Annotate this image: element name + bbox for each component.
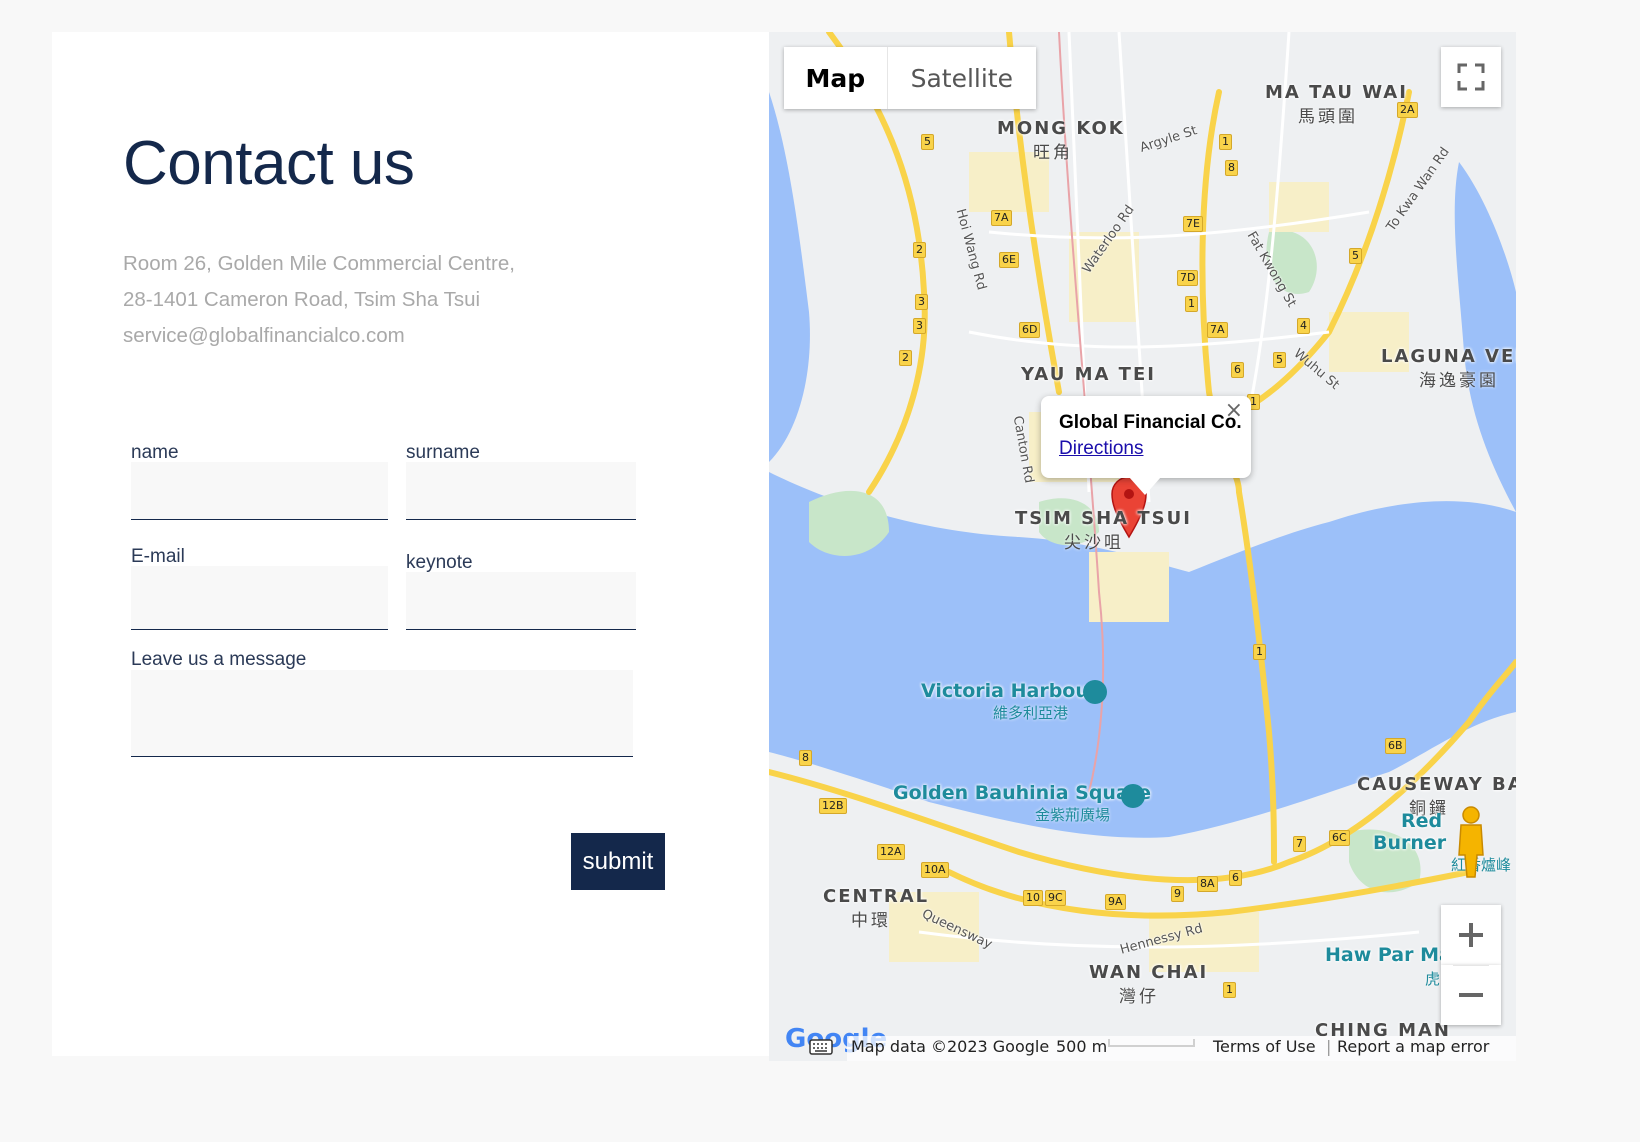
label-ma-tau-wai: MA TAU WAI (1265, 82, 1408, 103)
keynote-label: keynote (406, 552, 473, 573)
keyboard-icon[interactable] (809, 1038, 833, 1056)
label-central: CENTRAL (823, 886, 930, 907)
email-input[interactable] (131, 566, 388, 630)
info-window-title: Global Financial Co. (1059, 412, 1242, 433)
label-ma-tau-wai-cjk: 馬頭圍 (1298, 107, 1358, 127)
route-shield: 4 (1297, 318, 1310, 334)
poi-golden-bauhinia-cjk: 金紫荊廣場 (1035, 806, 1111, 824)
route-shield: 8 (799, 750, 812, 766)
message-label: Leave us a message (131, 649, 307, 670)
map-type-satellite-button[interactable]: Satellite (888, 47, 1036, 109)
map-type-control: Map Satellite (784, 47, 1036, 109)
route-shield: 6D (1019, 322, 1041, 338)
camera-icon[interactable] (1083, 680, 1107, 704)
route-shield: 7A (991, 210, 1012, 226)
label-wan-chai-cjk: 灣仔 (1119, 987, 1159, 1007)
label-laguna-verde-cjk: 海逸豪園 (1419, 371, 1499, 391)
name-label: name (131, 442, 179, 463)
footer-divider: | (1326, 1037, 1332, 1056)
route-shield: 7D (1177, 270, 1199, 286)
poi-haw-par-cjk: 虎 (1425, 970, 1441, 988)
route-shield: 8 (1225, 160, 1238, 176)
route-shield: 12B (819, 798, 847, 814)
email-label: E-mail (131, 546, 185, 567)
route-shield: 6 (1231, 362, 1244, 378)
route-shield: 9A (1105, 894, 1126, 910)
map-scale-label: 500 m (1056, 1037, 1108, 1056)
name-input[interactable] (131, 462, 388, 520)
route-shield: 5 (1349, 248, 1362, 264)
map-attribution: Map data ©2023 Google (851, 1037, 1050, 1056)
street-view-pegman[interactable] (1441, 797, 1501, 887)
route-shield: 2 (913, 242, 926, 258)
zoom-divider (1453, 965, 1489, 966)
route-shield: 6E (999, 252, 1019, 268)
route-shield: 7E (1183, 216, 1203, 232)
map-type-map-button[interactable]: Map (784, 47, 888, 109)
page-title: Contact us (123, 129, 415, 198)
route-shield: 3 (913, 318, 926, 334)
poi-red-burner-2[interactable]: Burner (1373, 832, 1446, 854)
zoom-in-button[interactable] (1441, 905, 1501, 965)
label-causeway-bay: CAUSEWAY BA (1357, 774, 1516, 795)
label-mong-kok: MONG KOK (997, 118, 1125, 139)
route-shield: 5 (1273, 352, 1286, 368)
address-line-2: 28-1401 Cameron Road, Tsim Sha Tsui (123, 288, 481, 311)
message-textarea[interactable] (131, 670, 633, 757)
info-window: Global Financial Co. Directions × (1041, 396, 1251, 478)
route-shield: 7A (1207, 322, 1228, 338)
info-window-tail (1129, 477, 1161, 495)
close-icon[interactable]: × (1225, 398, 1243, 423)
label-tsim-sha-tsui: TSIM SHA TSUI (1015, 508, 1192, 529)
map-container[interactable]: MONG KOK 旺角 MA TAU WAI 馬頭圍 YAU MA TEI TS… (769, 32, 1516, 1061)
label-tsim-sha-tsui-cjk: 尖沙咀 (1064, 533, 1124, 553)
route-shield: 6 (1229, 870, 1242, 886)
label-central-cjk: 中環 (851, 911, 891, 931)
minus-icon (1459, 993, 1483, 997)
route-shield: 2A (1397, 102, 1418, 118)
poi-victoria-harbour-cjk: 維多利亞港 (993, 704, 1069, 722)
plus-icon (1459, 923, 1483, 947)
report-error-link[interactable]: Report a map error (1337, 1037, 1489, 1056)
label-mong-kok-cjk: 旺角 (1033, 143, 1073, 163)
contact-email: service@globalfinancialco.com (123, 324, 405, 347)
directions-link[interactable]: Directions (1059, 438, 1143, 460)
route-shield: 3 (915, 294, 928, 310)
label-laguna-verde: LAGUNA VER (1381, 346, 1516, 367)
submit-button[interactable]: submit (571, 833, 665, 890)
route-shield: 10 (1023, 890, 1043, 906)
route-shield: 1 (1185, 296, 1198, 312)
route-shield: 1 (1253, 644, 1266, 660)
contact-card: Contact us Room 26, Golden Mile Commerci… (52, 32, 769, 1056)
fullscreen-button[interactable] (1441, 47, 1501, 107)
fullscreen-icon (1457, 63, 1485, 91)
route-shield: 7 (1293, 836, 1306, 852)
label-wan-chai: WAN CHAI (1089, 962, 1209, 983)
route-shield: 6B (1385, 738, 1406, 754)
route-shield: 1 (1219, 134, 1232, 150)
poi-golden-bauhinia[interactable]: Golden Bauhinia Square (893, 782, 1151, 804)
route-shield: 2 (899, 350, 912, 366)
poi-victoria-harbour[interactable]: Victoria Harbour (921, 680, 1098, 702)
map-footer: Google Map data ©2023 Google 500 m Terms… (769, 1024, 1516, 1061)
address-line-1: Room 26, Golden Mile Commercial Centre, (123, 252, 515, 275)
route-shield: 8A (1197, 876, 1218, 892)
label-yau-ma-tei: YAU MA TEI (1021, 364, 1156, 385)
route-shield: 5 (921, 134, 934, 150)
route-shield: 10A (921, 862, 949, 878)
route-shield: 9C (1045, 890, 1066, 906)
keynote-input[interactable] (406, 572, 636, 630)
terms-link[interactable]: Terms of Use (1213, 1037, 1316, 1056)
surname-label: surname (406, 442, 480, 463)
zoom-out-button[interactable] (1441, 965, 1501, 1025)
pegman-icon (1458, 806, 1484, 878)
route-shield: 9 (1171, 886, 1184, 902)
route-shield: 1 (1223, 982, 1236, 998)
route-shield: 12A (877, 844, 905, 860)
route-shield: 6C (1329, 830, 1350, 846)
poi-haw-par[interactable]: Haw Par Ma (1325, 944, 1452, 966)
camera-icon[interactable] (1121, 784, 1145, 808)
poi-red-burner[interactable]: Red (1401, 810, 1442, 832)
surname-input[interactable] (406, 462, 636, 520)
